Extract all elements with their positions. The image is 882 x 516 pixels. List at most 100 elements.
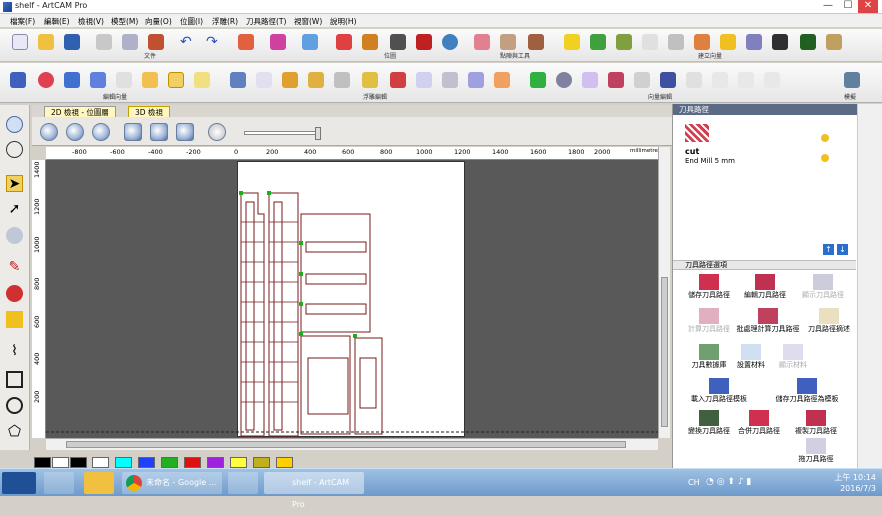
toolpath-summary-button[interactable]: 刀具路徑摘述 <box>801 308 857 334</box>
zero-relief-icon[interactable] <box>556 72 572 88</box>
shelf-vector-drawing[interactable] <box>238 162 466 438</box>
vector-close-icon[interactable] <box>764 72 780 88</box>
star-vector-icon[interactable] <box>564 34 580 50</box>
menu-toolpaths[interactable]: 刀具路徑(T) <box>246 16 286 27</box>
crosshair-icon[interactable] <box>6 141 23 158</box>
ime-indicator[interactable]: CH <box>688 478 700 487</box>
vector-weld-icon[interactable] <box>738 72 754 88</box>
add-relief-icon[interactable] <box>530 72 546 88</box>
ellipse-icon[interactable] <box>38 72 54 88</box>
save-toolpath-button[interactable]: 儲存刀具路徑 <box>679 274 739 300</box>
undo-icon[interactable]: ↶ <box>180 34 196 50</box>
visibility-bulb-icon[interactable] <box>821 154 829 162</box>
color-swatch[interactable] <box>52 457 69 468</box>
vector-group-icon[interactable] <box>660 72 676 88</box>
load-template-button[interactable]: 載入刀具路徑模板 <box>679 378 759 404</box>
menu-window[interactable]: 視窗(W) <box>294 16 322 27</box>
texture-icon[interactable] <box>442 72 458 88</box>
relief-figure-icon[interactable] <box>336 34 352 50</box>
zoom-selection-icon[interactable] <box>150 123 168 141</box>
color-swatch[interactable] <box>207 457 224 468</box>
artcam-pinned-icon[interactable] <box>44 472 74 494</box>
blend-icon[interactable] <box>494 72 510 88</box>
shape-editor-icon[interactable] <box>230 72 246 88</box>
file-explorer-icon[interactable] <box>84 472 114 494</box>
menu-view[interactable]: 檢視(V) <box>78 16 104 27</box>
zoom-out-icon[interactable] <box>66 123 84 141</box>
wizard-icon[interactable] <box>302 34 318 50</box>
node-edit-icon[interactable] <box>590 34 606 50</box>
calculate-toolpath-button[interactable]: 計算刀具路徑 <box>679 308 739 334</box>
color-swatch[interactable] <box>138 457 155 468</box>
close-button[interactable]: ✕ <box>858 0 878 13</box>
book-icon[interactable] <box>270 34 286 50</box>
tab-2d-view[interactable]: 2D 檢視 - 位圖層 <box>44 106 116 117</box>
slider-thumb[interactable] <box>315 127 321 140</box>
tab-3d-view[interactable]: 3D 檢視 <box>128 106 170 117</box>
close-vector-icon[interactable] <box>668 34 684 50</box>
start-button[interactable] <box>2 472 36 494</box>
batch-calculate-button[interactable]: 批處理計算刀具路徑 <box>733 308 803 334</box>
color-swatch[interactable] <box>230 457 247 468</box>
simulate-icon[interactable] <box>844 72 860 88</box>
toolpath-name[interactable]: cut <box>685 147 699 156</box>
color-swatch[interactable] <box>276 457 293 468</box>
move-down-button[interactable]: ↓ <box>837 244 848 255</box>
zoom-previous-icon[interactable] <box>92 123 110 141</box>
sculpt-icon[interactable] <box>334 72 350 88</box>
menu-model[interactable]: 模型(M) <box>111 16 138 27</box>
rectangle-icon[interactable] <box>6 371 23 388</box>
bottle-icon[interactable] <box>282 72 298 88</box>
select-arrow-icon[interactable]: ➤ <box>6 175 23 192</box>
clock-face-icon[interactable] <box>208 123 226 141</box>
zoom-icon[interactable] <box>6 116 23 133</box>
menu-relief[interactable]: 浮雕(R) <box>212 16 238 27</box>
spin-icon[interactable] <box>308 72 324 88</box>
selected-tool-icon[interactable] <box>168 72 184 88</box>
scale-relief-icon[interactable] <box>582 72 598 88</box>
horizontal-scrollbar[interactable] <box>46 438 658 450</box>
save-icon[interactable] <box>64 34 80 50</box>
color-swatch[interactable] <box>253 457 270 468</box>
face-icon[interactable] <box>416 72 432 88</box>
two-rail-icon[interactable] <box>362 72 378 88</box>
panel-scrollbar[interactable] <box>857 104 882 468</box>
zoom-fit-icon[interactable] <box>124 123 142 141</box>
spiral-icon[interactable] <box>116 72 132 88</box>
vector-trim-icon[interactable] <box>712 72 728 88</box>
grid-icon[interactable] <box>800 34 816 50</box>
color-swatch[interactable] <box>184 457 201 468</box>
globe-relief-icon[interactable] <box>442 34 458 50</box>
fillet-icon[interactable] <box>694 34 710 50</box>
artcam-task[interactable]: shelf - ArtCAM Pro <box>264 472 364 509</box>
circle-icon[interactable] <box>6 397 23 414</box>
wave-relief-icon[interactable] <box>634 72 650 88</box>
wrap-icon[interactable] <box>826 34 842 50</box>
node-select-icon[interactable]: ➚ <box>6 201 23 218</box>
open-folder-icon[interactable] <box>38 34 54 50</box>
menu-bitmap[interactable]: 位圖(I) <box>180 16 203 27</box>
vertical-scroll-thumb[interactable] <box>661 277 668 427</box>
menu-vector[interactable]: 向量(O) <box>145 16 172 27</box>
show-toolpath-button[interactable]: 顯示刀具路徑 <box>791 274 855 300</box>
eraser-icon[interactable] <box>6 311 23 328</box>
material-sheet[interactable] <box>237 161 465 437</box>
smooth-icon[interactable] <box>468 72 484 88</box>
visibility-bulb-icon[interactable] <box>821 134 829 142</box>
edit-pencil-icon[interactable] <box>238 34 254 50</box>
paste-icon[interactable] <box>148 34 164 50</box>
save-template-button[interactable]: 儲存刀具路徑為模板 <box>759 378 855 404</box>
flip-relief-icon[interactable] <box>608 72 624 88</box>
color-swatch[interactable] <box>34 457 51 468</box>
menu-edit[interactable]: 編輯(E) <box>44 16 70 27</box>
contrast-slider[interactable] <box>244 127 321 140</box>
redo-icon[interactable]: ↷ <box>206 34 222 50</box>
horizontal-scroll-thumb[interactable] <box>66 441 626 448</box>
menu-file[interactable]: 檔案(F) <box>10 16 35 27</box>
copy-icon[interactable] <box>122 34 138 50</box>
color-swatch[interactable] <box>92 457 109 468</box>
extrude-icon[interactable] <box>256 72 272 88</box>
color-swatch[interactable] <box>115 457 132 468</box>
merge-toolpath-button[interactable]: 合併刀具路徑 <box>729 410 789 436</box>
drag-toolpath-button[interactable]: 拖刀具路徑 <box>783 438 849 464</box>
